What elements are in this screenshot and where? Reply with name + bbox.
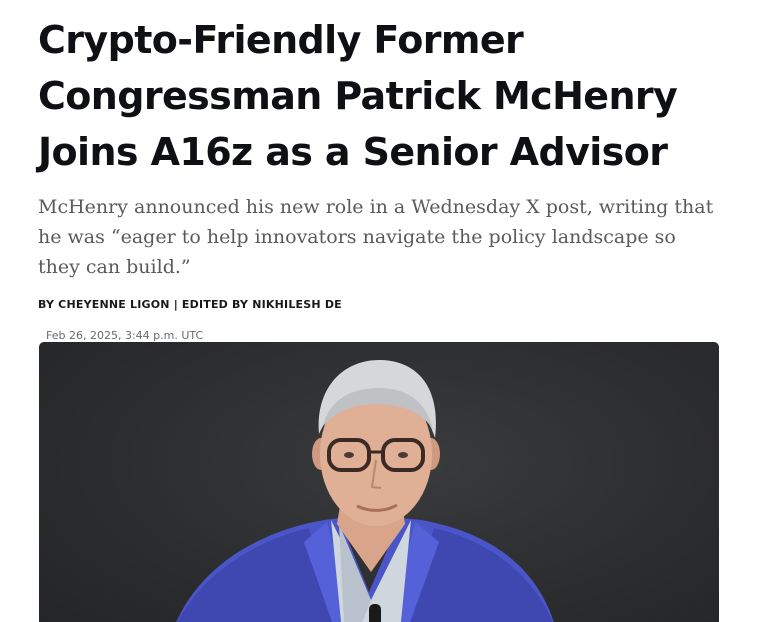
publish-date: Feb 26, 2025, 3:44 p.m. UTC [46,329,204,342]
portrait-photo [176,360,554,622]
article-headline: Crypto-Friendly Former Congressman Patri… [38,18,678,174]
byline: By Cheyenne Ligon | Edited by Nikhilesh De [38,298,728,312]
byline-separator: | [173,298,178,311]
hero-image [39,342,719,622]
article-subheadline: McHenry announced his new role in a Wedn… [38,196,714,278]
article-header: Crypto-Friendly Former Congressman Patri… [38,0,728,343]
author-link[interactable]: By Cheyenne Ligon [38,298,170,311]
editor-link[interactable]: Edited by Nikhilesh De [182,298,342,311]
